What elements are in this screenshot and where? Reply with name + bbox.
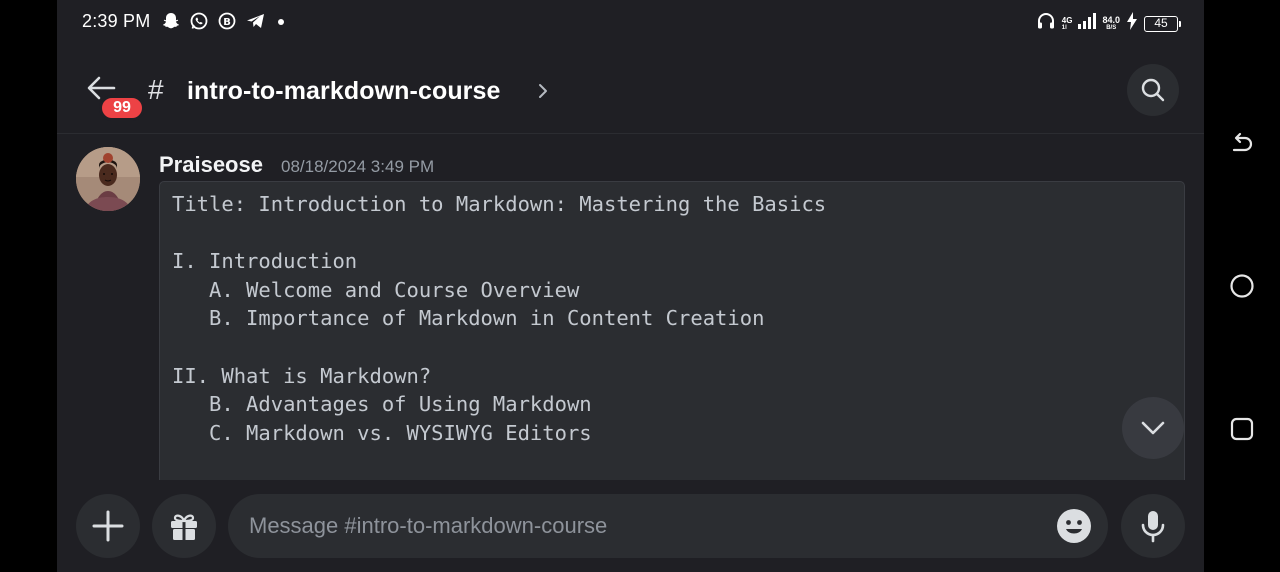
net-speed-unit: B/S: [1106, 24, 1117, 31]
recents-nav-button[interactable]: [1227, 414, 1257, 444]
voice-message-button[interactable]: [1121, 494, 1185, 558]
channel-header: 99 # intro-to-markdown-course: [57, 44, 1204, 134]
back-nav-button[interactable]: [1227, 130, 1257, 160]
message-composer: [57, 480, 1204, 572]
home-nav-icon: [1230, 274, 1254, 298]
unread-badge: 99: [99, 95, 145, 121]
chevron-right-icon[interactable]: [537, 82, 549, 105]
emoji-button[interactable]: [1056, 508, 1092, 544]
headphones-icon: [1036, 11, 1056, 36]
net-speed-value: 84.0: [1102, 14, 1120, 25]
code-line: B. Importance of Markdown in Content Cre…: [172, 306, 765, 331]
code-line: Title: Introduction to Markdown: Masteri…: [172, 192, 827, 216]
whatsapp-icon: [189, 11, 209, 31]
code-line: I. Introduction: [172, 249, 358, 274]
message: Praiseose 08/18/2024 3:49 PM Title: Intr…: [57, 135, 1204, 491]
telegram-icon: [245, 11, 267, 31]
search-icon: [1141, 78, 1165, 102]
svg-text:B: B: [223, 17, 231, 28]
code-line: II. What is Markdown?: [172, 363, 432, 388]
battery-icon: 45: [1144, 15, 1181, 32]
chevron-down-icon: [1141, 421, 1165, 435]
code-line: C. Markdown vs. WYSIWYG Editors: [172, 420, 592, 445]
back-nav-icon: [1232, 132, 1253, 152]
jump-to-latest-button[interactable]: [1122, 397, 1184, 459]
network-type: 4G 1l: [1061, 15, 1073, 31]
net-speed: 84.0 B/S: [1102, 14, 1120, 32]
status-bar: 2:39 PM B 4G 1l 84.0 B/S 45: [57, 0, 1204, 44]
discord-channel-screen: 2:39 PM B 4G 1l 84.0 B/S 45 99 # intro-t…: [57, 0, 1204, 572]
message-timestamp: 08/18/2024 3:49 PM: [281, 157, 435, 176]
microphone-icon: [1141, 511, 1165, 543]
avatar[interactable]: [76, 147, 140, 211]
message-input[interactable]: [228, 494, 1108, 558]
dot-icon: [275, 11, 287, 31]
channel-title[interactable]: intro-to-markdown-course: [187, 77, 501, 106]
add-attachment-button[interactable]: [76, 494, 140, 558]
signal-icon: [1078, 13, 1097, 34]
recents-nav-icon: [1230, 417, 1254, 441]
message-author[interactable]: Praiseose: [159, 152, 263, 178]
gift-icon: [171, 514, 197, 540]
home-nav-button[interactable]: [1227, 271, 1257, 301]
network-type-label: 4G: [1061, 15, 1073, 25]
notification-icons: B: [161, 11, 287, 31]
emoji-icon: [1057, 509, 1091, 543]
status-time: 2:39 PM: [82, 11, 151, 31]
network-type-sub: 1l: [1061, 24, 1067, 31]
system-navigation-bar: [1204, 0, 1280, 572]
search-button[interactable]: [1127, 64, 1179, 116]
channel-hash-icon: #: [148, 74, 164, 105]
code-line: B. Advantages of Using Markdown: [172, 392, 592, 417]
code-line: A. Welcome and Course Overview: [172, 277, 580, 302]
snapchat-icon: [161, 11, 181, 31]
charging-icon: [1126, 12, 1138, 35]
gift-button[interactable]: [152, 494, 216, 558]
code-block: Title: Introduction to Markdown: Masteri…: [159, 181, 1185, 491]
system-status-icons: 4G 1l 84.0 B/S 45: [1036, 11, 1181, 36]
plus-icon: [92, 510, 124, 542]
whatsapp-business-icon: B: [217, 11, 237, 31]
